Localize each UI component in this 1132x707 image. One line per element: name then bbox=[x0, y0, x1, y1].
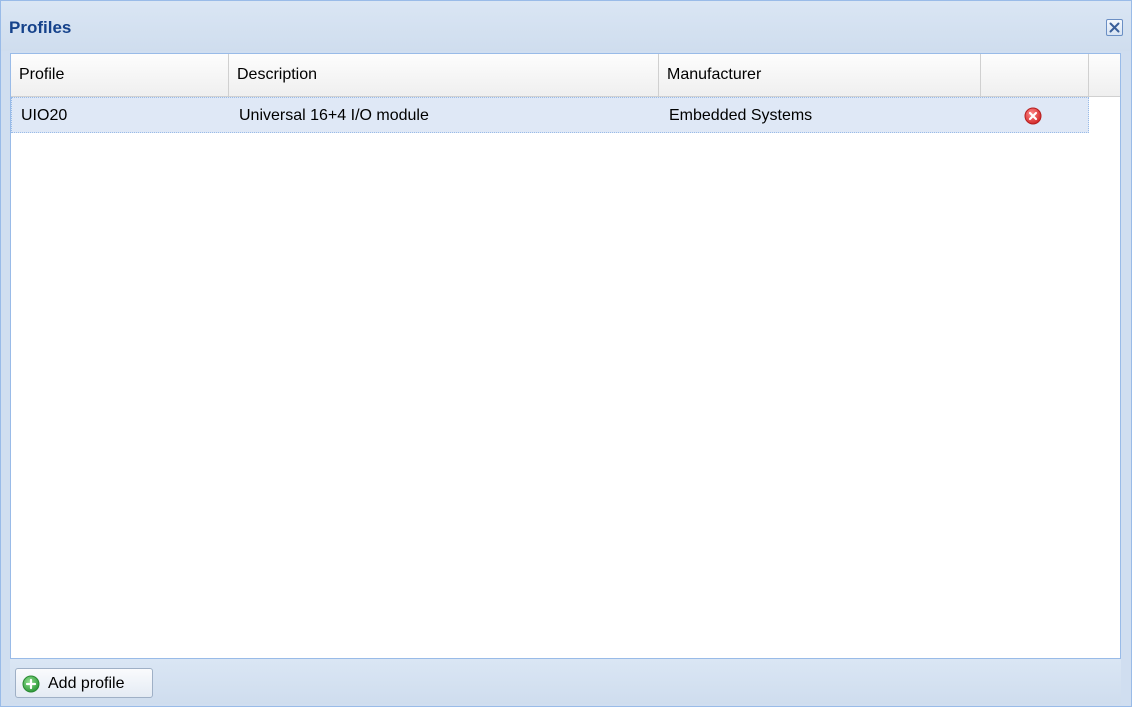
close-icon bbox=[1109, 22, 1120, 33]
cell-manufacturer: Embedded Systems bbox=[669, 107, 813, 124]
table-row[interactable]: UIO20 Universal 16+4 I/O module Embedded… bbox=[11, 97, 1089, 133]
profiles-grid: Profile Description Manufacturer UIO20 U… bbox=[10, 53, 1121, 659]
profiles-window: Profiles Profile Description Manufacture… bbox=[0, 0, 1132, 707]
column-header-actions[interactable] bbox=[981, 54, 1089, 96]
window-title: Profiles bbox=[9, 18, 72, 37]
add-icon bbox=[22, 675, 40, 693]
cell-profile: UIO20 bbox=[21, 107, 68, 124]
add-profile-label: Add profile bbox=[48, 675, 125, 692]
cell-description: Universal 16+4 I/O module bbox=[239, 107, 429, 124]
delete-icon[interactable] bbox=[1024, 107, 1042, 125]
column-header-profile[interactable]: Profile bbox=[11, 54, 229, 96]
column-header-manufacturer[interactable]: Manufacturer bbox=[659, 54, 981, 96]
bottom-toolbar: Add profile bbox=[10, 659, 1121, 704]
window-titlebar[interactable]: Profiles bbox=[1, 1, 1131, 51]
grid-header: Profile Description Manufacturer bbox=[11, 54, 1120, 97]
column-header-description[interactable]: Description bbox=[229, 54, 659, 96]
add-profile-button[interactable]: Add profile bbox=[15, 668, 153, 698]
close-button[interactable] bbox=[1106, 19, 1123, 36]
